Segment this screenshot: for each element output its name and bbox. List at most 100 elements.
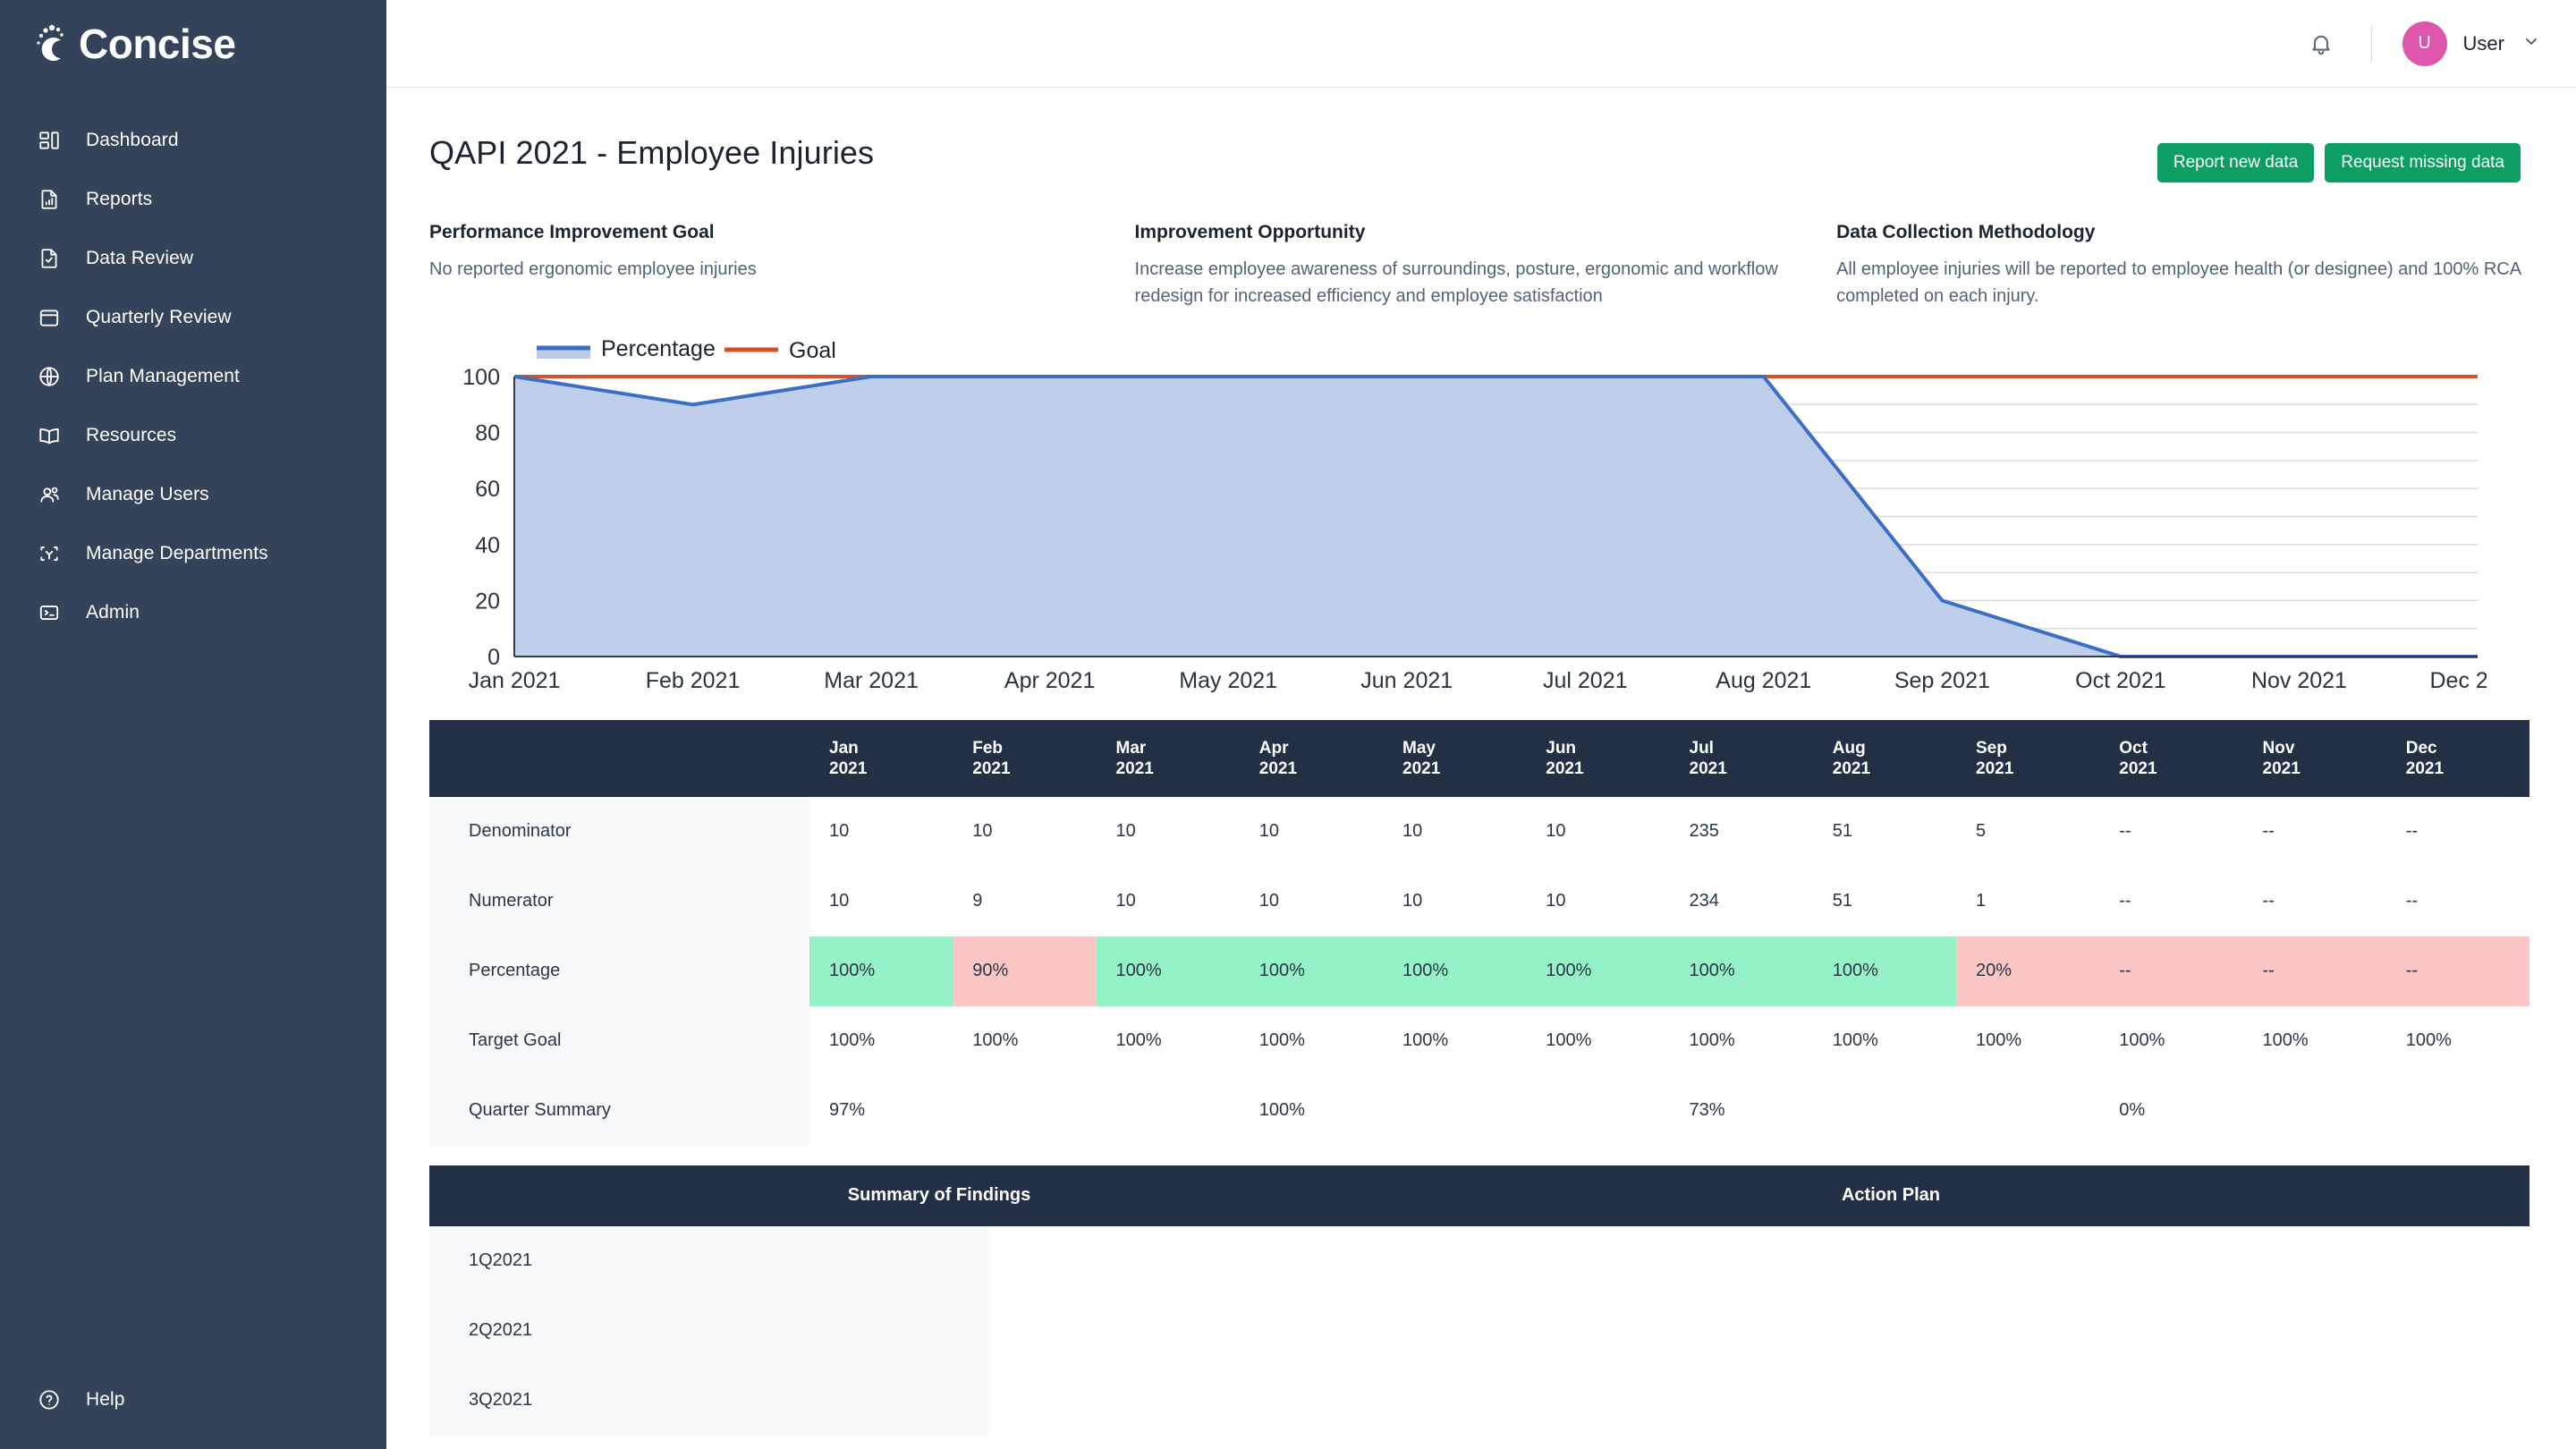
report-new-data-button[interactable]: Report new data	[2157, 143, 2315, 182]
table-cell: 100%	[1546, 1030, 1592, 1051]
action-plan-cell[interactable]	[1759, 1226, 2530, 1296]
sidebar-item-label: Help	[86, 1389, 125, 1410]
page-title: QAPI 2021 - Employee Injuries	[429, 134, 875, 171]
metric-column-header: Oct 2021	[2099, 720, 2242, 797]
metric-column-header: Jul 2021	[1670, 720, 1813, 797]
svg-text:Nov 2021: Nov 2021	[2251, 668, 2347, 693]
book-icon	[38, 424, 72, 447]
summary-of-findings-cell[interactable]	[988, 1366, 1759, 1436]
topbar-divider	[2370, 25, 2372, 62]
svg-text:40: 40	[475, 533, 500, 558]
table-cell: 10	[829, 821, 850, 842]
summary-of-findings-header: Summary of Findings	[847, 1185, 1031, 1206]
metric-column-header: Mar 2021	[1097, 720, 1240, 797]
info-body: Increase employee awareness of surroundi…	[1134, 259, 1778, 307]
table-cell	[1526, 1076, 1669, 1146]
table-cell: 10	[1258, 821, 1279, 842]
table-cell	[953, 1076, 1096, 1146]
column-year: 2021	[2119, 758, 2157, 778]
metric-column-header: Dec 2021	[2386, 720, 2529, 797]
svg-text:Oct 2021: Oct 2021	[2075, 668, 2165, 693]
svg-text:Apr 2021: Apr 2021	[1004, 668, 1095, 693]
column-month: Apr	[1258, 738, 1289, 758]
svg-text:100: 100	[462, 365, 500, 390]
summary-of-findings-cell[interactable]	[988, 1296, 1759, 1366]
findings-table-body: 1Q2021 2Q2021 3Q2021	[429, 1225, 2530, 1436]
table-cell: 10	[972, 821, 993, 842]
column-month: May	[1402, 738, 1436, 758]
table-cell	[2243, 1076, 2386, 1146]
sidebar-item-data-review[interactable]: Data Review	[0, 229, 386, 288]
table-cell: 90%	[953, 936, 1097, 1006]
column-year: 2021	[1832, 758, 1871, 778]
svg-text:Feb 2021: Feb 2021	[646, 668, 741, 693]
table-row: Numerator 10 9 10 10 10 10 234 51 1 -- -- --	[429, 866, 2529, 936]
table-cell: 10	[1115, 891, 1136, 911]
sidebar-item-plan-management[interactable]: Plan Management	[0, 347, 386, 406]
document-check-icon	[38, 247, 72, 270]
sidebar-item-quarterly-review[interactable]: Quarterly Review	[0, 288, 386, 347]
table-cell	[1956, 1076, 2099, 1146]
avatar[interactable]: U	[2402, 21, 2447, 66]
chevron-down-icon[interactable]	[2522, 32, 2540, 55]
svg-text:Jun 2021: Jun 2021	[1360, 668, 1453, 693]
table-cell: 51	[1832, 891, 1852, 911]
sidebar-item-reports[interactable]: Reports	[0, 170, 386, 229]
action-plan-cell[interactable]	[1759, 1296, 2530, 1366]
brand-name: Concise	[79, 21, 236, 67]
table-cell: 0%	[2119, 1100, 2146, 1121]
column-year: 2021	[1546, 758, 1584, 778]
table-cell: 100%	[1096, 936, 1240, 1006]
metric-column-header: Apr 2021	[1240, 720, 1383, 797]
metric-column-header: Nov 2021	[2243, 720, 2386, 797]
sidebar-item-help[interactable]: Help	[0, 1351, 386, 1449]
table-cell: 10	[1115, 821, 1136, 842]
metric-column-header: May 2021	[1383, 720, 1526, 797]
svg-text:Jan 2021: Jan 2021	[469, 668, 561, 693]
quarter-label: 3Q2021	[429, 1365, 988, 1436]
findings-row: 3Q2021	[429, 1365, 2530, 1436]
table-cell: 100%	[1832, 1030, 1878, 1051]
column-month: Mar	[1115, 738, 1147, 758]
summary-of-findings-cell[interactable]	[988, 1226, 1759, 1296]
globe-icon	[38, 365, 72, 388]
sidebar-item-resources[interactable]: Resources	[0, 406, 386, 465]
bell-icon[interactable]	[2301, 24, 2341, 64]
metric-column-header: Feb 2021	[953, 720, 1096, 797]
column-year: 2021	[1402, 758, 1441, 778]
table-cell: 10	[1258, 891, 1279, 911]
column-year: 2021	[1115, 758, 1154, 778]
request-missing-data-button[interactable]: Request missing data	[2325, 143, 2521, 182]
sidebar-item-dashboard[interactable]: Dashboard	[0, 111, 386, 170]
column-year: 2021	[1258, 758, 1298, 778]
table-cell: 100%	[1115, 1030, 1162, 1051]
metric-table-body: Denominator 10 10 10 10 10 10 235 51 5 -- -- -- Numer…	[429, 796, 2529, 1146]
svg-text:Sep 2021: Sep 2021	[1894, 668, 1990, 693]
table-cell	[2386, 1076, 2529, 1146]
metric-column-header: Sep 2021	[1956, 720, 2099, 797]
column-month: Jan	[829, 738, 859, 758]
performance-chart: 0 20 40 60 80 100 Jan 2021 Feb 2021 Mar 2021 Apr …	[429, 339, 2521, 697]
svg-text:Dec 2021: Dec 2021	[2429, 668, 2487, 693]
info-col-data-collection-methodology: Data Collection Methodology All employee…	[1836, 222, 2521, 310]
row-label: Quarter Summary	[429, 1075, 809, 1146]
chart-svg: 0 20 40 60 80 100 Jan 2021 Feb 2021 Mar 2021 Apr …	[462, 339, 2487, 693]
quarter-label: 2Q2021	[429, 1295, 988, 1366]
table-cell: --	[2119, 891, 2131, 911]
table-cell: --	[2262, 891, 2275, 911]
metric-table-header-label-cell	[429, 720, 809, 797]
brand-logo[interactable]: Concise	[0, 0, 386, 88]
table-row: Denominator 10 10 10 10 10 10 235 51 5 -- -- --	[429, 796, 2529, 867]
column-year: 2021	[2262, 758, 2301, 778]
sidebar-item-admin[interactable]: Admin	[0, 583, 386, 642]
sidebar-nav: Dashboard Reports Data Review Quarterly …	[0, 111, 386, 642]
sidebar-item-label: Data Review	[86, 248, 194, 268]
action-plan-cell[interactable]	[1759, 1366, 2530, 1436]
metric-column-header: Jan 2021	[809, 720, 953, 797]
table-cell: 73%	[1689, 1100, 1725, 1121]
sidebar-item-manage-departments[interactable]: Manage Departments	[0, 524, 386, 583]
sidebar-item-label: Dashboard	[86, 130, 179, 150]
column-month: Jun	[1546, 738, 1577, 758]
table-cell: 100%	[1402, 1030, 1449, 1051]
sidebar-item-manage-users[interactable]: Manage Users	[0, 465, 386, 524]
